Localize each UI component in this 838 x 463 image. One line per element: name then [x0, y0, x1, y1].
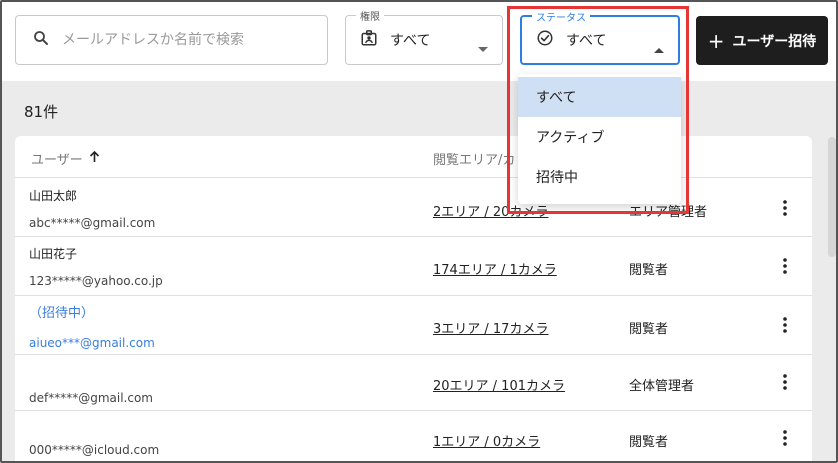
user-column-label: ユーザー	[31, 153, 83, 168]
table-row[interactable]: 山田太郎 abc*****@gmail.com 2エリア / 20カメラ エリア…	[15, 178, 812, 237]
user-email: abc*****@gmail.com	[29, 216, 156, 230]
area-camera-link[interactable]: 174エリア / 1カメラ	[433, 259, 557, 278]
invited-status-label: （招待中）	[29, 306, 95, 321]
status-dropdown-menu: すべて アクティブ 招待中	[518, 74, 681, 204]
plus-icon: +	[707, 28, 725, 53]
user-role: 閲覧者	[629, 435, 669, 450]
status-option-all[interactable]: すべて	[518, 77, 681, 117]
caret-down-icon	[478, 38, 488, 57]
more-vert-icon[interactable]	[775, 198, 795, 218]
status-option-invited[interactable]: 招待中	[518, 157, 681, 197]
user-column-header[interactable]: ユーザー	[31, 149, 100, 168]
check-circle-icon	[536, 29, 554, 51]
user-table: ユーザー 閲覧エリア/カ 山田太郎 abc*****@gmail.com 2エリ…	[15, 136, 812, 461]
more-vert-icon[interactable]	[775, 428, 795, 448]
table-row[interactable]: def*****@gmail.com 20エリア / 101カメラ 全体管理者	[15, 355, 812, 411]
invite-user-label: ユーザー招待	[732, 33, 817, 50]
status-option-active[interactable]: アクティブ	[518, 117, 681, 157]
status-filter-select[interactable]: ステータス すべて	[520, 9, 680, 65]
table-header: ユーザー 閲覧エリア/カ	[15, 136, 812, 178]
area-camera-link[interactable]: 3エリア / 17カメラ	[433, 318, 548, 337]
search-input[interactable]	[62, 32, 312, 48]
filter-bar: 権限 すべて ステータス すべて + ユーザー招待	[2, 2, 836, 81]
app-frame: 権限 すべて ステータス すべて + ユーザー招待 81件	[0, 0, 838, 463]
user-email: 123*****@yahoo.co.jp	[29, 274, 163, 288]
role-filter-label: 権限	[356, 8, 384, 23]
user-name: 山田太郎	[29, 189, 78, 203]
area-column-header[interactable]: 閲覧エリア/カ	[433, 149, 515, 168]
user-role: 閲覧者	[629, 322, 669, 337]
status-filter-value: すべて	[566, 33, 607, 49]
search-icon	[32, 29, 50, 51]
user-email: 000*****@icloud.com	[29, 443, 160, 457]
user-email: def*****@gmail.com	[29, 391, 153, 405]
role-filter-select[interactable]: 権限 すべて	[345, 8, 503, 65]
more-vert-icon[interactable]	[775, 372, 795, 392]
status-filter-label: ステータス	[532, 9, 590, 24]
more-vert-icon[interactable]	[775, 315, 795, 335]
result-count: 81件	[24, 103, 59, 121]
caret-up-icon	[654, 39, 664, 58]
user-email: aiueo***@gmail.com	[29, 336, 155, 350]
badge-icon	[360, 29, 378, 51]
area-camera-link[interactable]: 20エリア / 101カメラ	[433, 375, 565, 394]
area-camera-link[interactable]: 1エリア / 0カメラ	[433, 431, 540, 450]
user-role: 全体管理者	[629, 379, 695, 394]
invite-user-button[interactable]: + ユーザー招待	[696, 16, 828, 65]
table-row[interactable]: 000*****@icloud.com 1エリア / 0カメラ 閲覧者	[15, 411, 812, 461]
table-row[interactable]: （招待中） aiueo***@gmail.com 3エリア / 17カメラ 閲覧…	[15, 296, 812, 355]
more-vert-icon[interactable]	[775, 256, 795, 276]
role-filter-value: すべて	[390, 33, 431, 49]
table-row[interactable]: 山田花子 123*****@yahoo.co.jp 174エリア / 1カメラ …	[15, 237, 812, 296]
sort-arrow-up-icon	[89, 150, 100, 167]
search-box[interactable]	[15, 15, 328, 65]
user-name: 山田花子	[29, 247, 78, 261]
scrollbar[interactable]	[828, 137, 836, 257]
user-role: 閲覧者	[629, 263, 669, 278]
